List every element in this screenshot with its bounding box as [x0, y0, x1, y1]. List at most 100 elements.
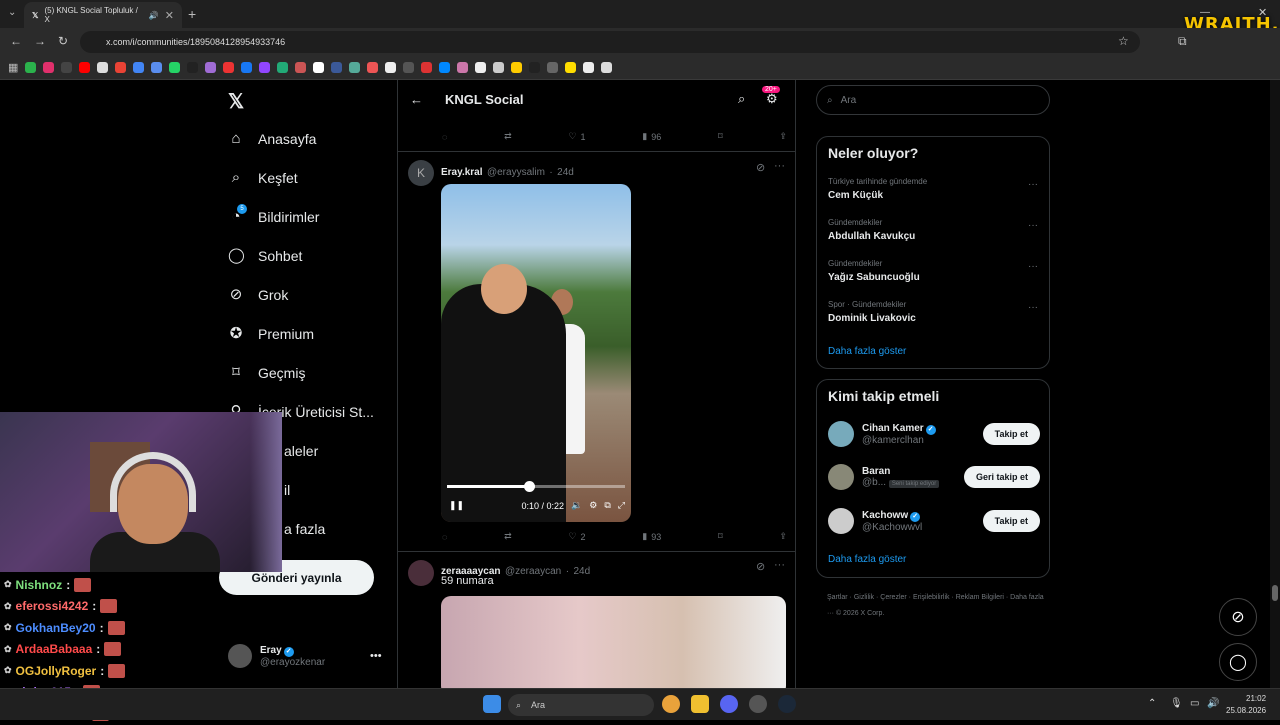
url-bar[interactable]: x.com/i/communities/1895084128954933746: [80, 31, 1140, 53]
more-icon[interactable]: ···: [1028, 220, 1038, 231]
extensions-icon[interactable]: ⧉: [1178, 34, 1187, 49]
bookmark-icon[interactable]: [349, 62, 361, 73]
chrome-icon[interactable]: [662, 695, 680, 713]
nav-item-chat[interactable]: ◯ Sohbet: [228, 248, 302, 265]
share-icon[interactable]: ⇪: [779, 131, 787, 142]
bookmark-icon[interactable]: [331, 62, 343, 73]
bookmark-icon[interactable]: [529, 62, 541, 73]
post-author[interactable]: Eray.kral: [441, 167, 483, 178]
video-progress-bar[interactable]: [447, 485, 625, 488]
post-handle[interactable]: @erayysalim: [487, 167, 545, 178]
reply-icon[interactable]: ◌: [442, 131, 447, 142]
bookmark-icon[interactable]: [115, 62, 127, 73]
trend-item[interactable]: Gündemdekiler Abdullah Kavukçu: [828, 218, 915, 242]
video-player[interactable]: ❚❚ 0:10 / 0:22 🔉 ⚙ ⧉ ⤢: [441, 184, 631, 522]
bookmark-icon[interactable]: [385, 62, 397, 73]
bookmark-icon[interactable]: [169, 62, 181, 73]
bookmark-icon[interactable]: [151, 62, 163, 73]
crop-icon[interactable]: ⧉: [604, 500, 610, 511]
system-clock[interactable]: 21:02 25.08.2026: [1226, 693, 1266, 717]
avatar[interactable]: [408, 560, 434, 586]
microphone-icon[interactable]: 🎙: [1170, 698, 1183, 709]
trend-item[interactable]: Türkiye tarihinde gündemde Cem Küçük: [828, 177, 927, 201]
more-icon[interactable]: ···: [1028, 302, 1038, 313]
nav-item-articles[interactable]: aleler: [284, 443, 318, 459]
search-icon[interactable]: ⌕: [738, 91, 745, 107]
avatar[interactable]: K: [408, 160, 434, 186]
scrollbar-thumb[interactable]: [1272, 585, 1278, 601]
reload-button[interactable]: ↻: [58, 34, 68, 48]
bookmark-icon[interactable]: [25, 62, 37, 73]
bookmark-icon[interactable]: [313, 62, 325, 73]
bookmark-icon[interactable]: ⌑: [718, 131, 723, 142]
tab-list-icon[interactable]: ⌄: [8, 7, 16, 18]
bookmark-icon[interactable]: [133, 62, 145, 73]
bookmark-icon[interactable]: [97, 62, 109, 73]
bookmark-icon[interactable]: [583, 62, 595, 73]
steam-icon[interactable]: [778, 695, 796, 713]
app-icon[interactable]: [749, 695, 767, 713]
network-icon[interactable]: ▭: [1190, 698, 1199, 709]
reply-icon[interactable]: ◌: [442, 531, 447, 542]
bookmark-icon[interactable]: [511, 62, 523, 73]
more-icon[interactable]: ···: [1028, 179, 1038, 190]
volume-icon[interactable]: 🔊: [1207, 698, 1219, 709]
more-options-icon[interactable]: •••: [370, 650, 382, 662]
follow-button[interactable]: Takip et: [982, 423, 1040, 445]
account-switcher[interactable]: Eray ✓ @erayozkenar: [228, 644, 325, 668]
tray-chevron-icon[interactable]: ⌃: [1148, 698, 1156, 709]
browser-tab[interactable]: 𝕏 (5) KNGL Social Topluluk / X 🔊 ✕: [24, 2, 182, 28]
file-explorer-icon[interactable]: [691, 695, 709, 713]
views-button[interactable]: ▮ 93: [642, 531, 661, 542]
bookmark-icon[interactable]: [493, 62, 505, 73]
bookmark-star-icon[interactable]: ☆: [1118, 34, 1129, 48]
post-handle[interactable]: @zeraaycan: [505, 566, 561, 577]
bookmark-icon[interactable]: [205, 62, 217, 73]
grok-icon[interactable]: ⊘: [756, 161, 765, 174]
bookmark-icon[interactable]: [43, 62, 55, 73]
nav-item-home[interactable]: ⌂ Anasayfa: [228, 131, 316, 148]
views-button[interactable]: ▮ 96: [642, 131, 661, 142]
nav-item-premium[interactable]: ✪ Premium: [228, 326, 314, 343]
search-input[interactable]: ⌕ Ara: [816, 85, 1050, 115]
nav-item-explore[interactable]: ⌕ Keşfet: [228, 170, 298, 187]
follow-button[interactable]: Takip et: [982, 510, 1040, 532]
windows-start-icon[interactable]: [483, 695, 501, 713]
apps-grid-icon[interactable]: ▦: [8, 61, 18, 74]
bookmark-icon[interactable]: [259, 62, 271, 73]
taskbar-search[interactable]: ⌕ Ara: [508, 694, 654, 716]
nav-item-grok[interactable]: ⊘ Grok: [228, 287, 289, 304]
bookmark-icon[interactable]: [187, 62, 199, 73]
bookmark-icon[interactable]: [79, 62, 91, 73]
post-image[interactable]: [441, 596, 786, 696]
grok-icon[interactable]: ⊘: [756, 560, 765, 573]
like-button[interactable]: ♡ 2: [568, 531, 585, 542]
bookmark-icon[interactable]: [547, 62, 559, 73]
bookmark-icon[interactable]: ⌑: [718, 531, 723, 542]
bookmark-icon[interactable]: [457, 62, 469, 73]
trend-item[interactable]: Gündemdekiler Yağız Sabuncuoğlu: [828, 259, 920, 283]
post-time[interactable]: 24d: [557, 167, 574, 178]
bookmark-icon[interactable]: [421, 62, 433, 73]
x-logo-icon[interactable]: 𝕏: [228, 89, 244, 114]
show-more-link[interactable]: Daha fazla göster: [828, 554, 906, 565]
settings-icon[interactable]: ⚙: [589, 500, 597, 511]
grok-fab-button[interactable]: ⊘: [1219, 598, 1257, 636]
bookmark-icon[interactable]: [475, 62, 487, 73]
bookmark-icon[interactable]: [367, 62, 379, 73]
like-button[interactable]: ♡ 1: [568, 131, 585, 142]
discord-icon[interactable]: [720, 695, 738, 713]
share-icon[interactable]: ⇪: [779, 531, 787, 542]
bookmark-icon[interactable]: [295, 62, 307, 73]
nav-item-more[interactable]: a fazla: [284, 521, 325, 537]
forward-button[interactable]: →: [34, 34, 46, 48]
more-icon[interactable]: ···: [1028, 261, 1038, 272]
video-scrubber-handle[interactable]: [523, 481, 535, 492]
follow-suggestion[interactable]: Baran @b... Seni takip ediyor Geri takip …: [828, 461, 1040, 493]
post-time[interactable]: 24d: [574, 566, 591, 577]
volume-icon[interactable]: 🔉: [571, 500, 582, 511]
bookmark-icon[interactable]: [223, 62, 235, 73]
back-button[interactable]: ←: [10, 34, 22, 48]
bookmark-icon[interactable]: [277, 62, 289, 73]
nav-item-notifications[interactable]: ◔ 5 Bildirimler: [228, 204, 319, 225]
